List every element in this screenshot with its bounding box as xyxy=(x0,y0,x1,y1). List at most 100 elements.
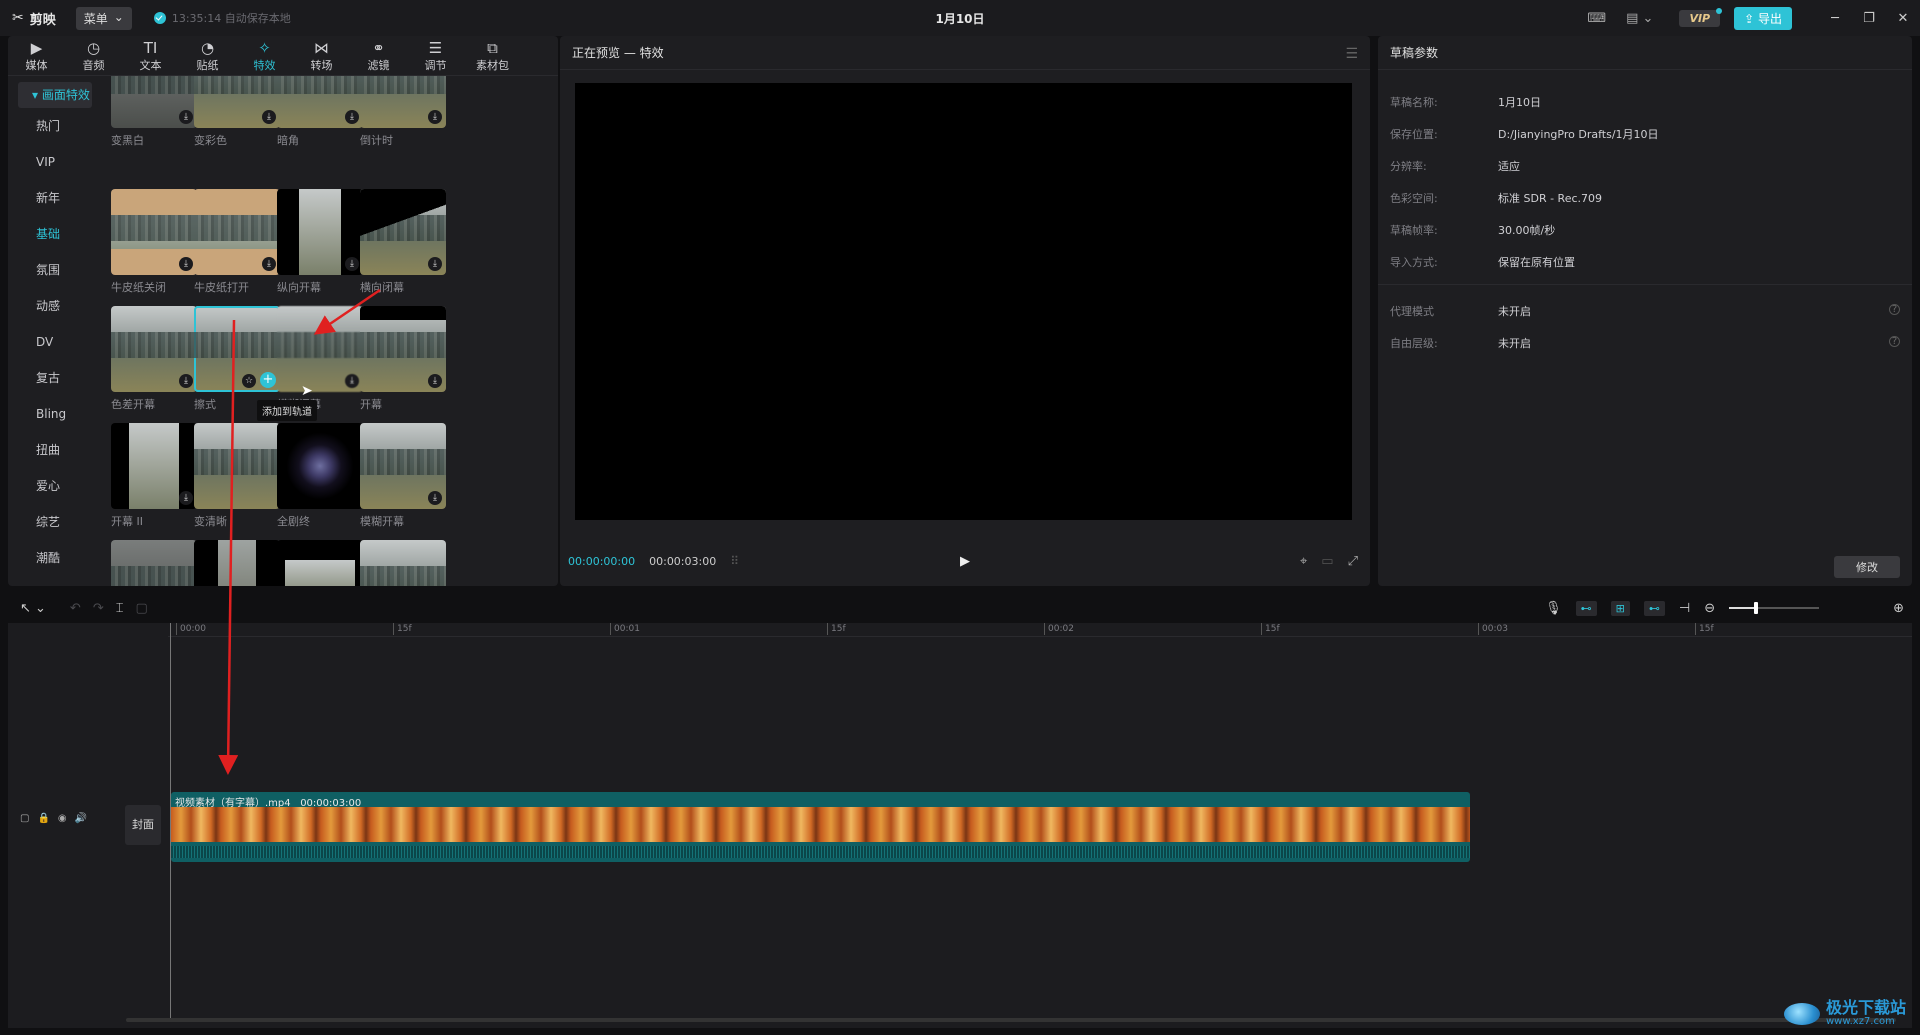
redo-icon[interactable]: ↷ xyxy=(93,601,104,616)
modify-button[interactable]: 修改 xyxy=(1834,556,1900,578)
prop-value: 标准 SDR - Rec.709 xyxy=(1498,192,1603,205)
align-icon[interactable]: ⊣ xyxy=(1679,601,1690,616)
effect-card[interactable]: ⤓ 牛皮纸打开 xyxy=(194,189,280,295)
effect-card[interactable]: ⤓ 纵向开幕 xyxy=(277,189,363,295)
nav-item[interactable]: 复古 xyxy=(8,360,102,396)
tab-audio[interactable]: ◷ 音频 xyxy=(65,36,122,75)
tab-filter[interactable]: ⚭ 滤镜 xyxy=(350,36,407,75)
download-icon[interactable]: ⤓ xyxy=(428,257,442,271)
zoom-out-icon[interactable]: ⊖ xyxy=(1704,601,1715,616)
download-icon[interactable]: ⤓ xyxy=(428,491,442,505)
eye-icon[interactable]: ◉ xyxy=(58,813,67,824)
tab-media[interactable]: ▶ 媒体 xyxy=(8,36,65,75)
delete-icon[interactable]: ▢ xyxy=(136,601,148,616)
effect-card-selected[interactable]: ☆ + 擦式 xyxy=(194,306,280,412)
effect-card[interactable]: 变清晰 xyxy=(194,423,280,529)
effect-card[interactable]: ⤓ 倒计时 xyxy=(360,76,446,148)
tab-effects[interactable]: ✧ 特效 xyxy=(236,36,293,75)
effect-card[interactable]: ⤓ 横向闭幕 xyxy=(360,189,446,295)
effect-card[interactable]: ⤓模糊闭幕 xyxy=(277,306,363,412)
effect-card[interactable]: 全剧终 xyxy=(277,423,363,529)
effect-card[interactable]: ⤓ xyxy=(277,540,363,586)
snap-toggle-icon[interactable]: ⊞ xyxy=(1610,600,1630,616)
favorite-icon[interactable]: ☆ xyxy=(242,374,256,388)
nav-item[interactable]: 动感 xyxy=(8,288,102,324)
download-icon[interactable]: ⤓ xyxy=(428,110,442,124)
volume-icon[interactable]: 🔊 xyxy=(75,813,87,824)
select-tool-icon[interactable]: ↖ ⌄ xyxy=(20,601,46,616)
help-icon[interactable]: ? xyxy=(1889,336,1900,347)
nav-item[interactable]: 氛围 xyxy=(8,252,102,288)
nav-header-screen-effects[interactable]: ▾ 画面特效 xyxy=(18,82,92,108)
effect-card[interactable]: ⤓ 开幕 II xyxy=(111,423,197,529)
tab-package[interactable]: ⧉ 素材包 xyxy=(464,36,521,75)
link-toggle-icon[interactable]: ⊷ xyxy=(1575,600,1597,616)
ratio-icon[interactable]: ▭ xyxy=(1321,554,1333,569)
keyboard-icon[interactable]: ⌨ xyxy=(1587,11,1606,26)
effect-card[interactable]: ⤓ xyxy=(360,540,446,586)
tab-sticker[interactable]: ◔ 贴纸 xyxy=(179,36,236,75)
microphone-icon[interactable]: 🎙 xyxy=(1545,601,1562,616)
prop-value: 1月10日 xyxy=(1498,96,1541,109)
nav-item-active[interactable]: 基础 xyxy=(8,216,102,252)
video-clip[interactable]: 视频素材（有字幕）.mp4 00:00:03:00 xyxy=(171,792,1470,862)
help-icon[interactable]: ? xyxy=(1889,304,1900,315)
preview-axis-icon[interactable]: ⊷ xyxy=(1643,600,1665,616)
undo-icon[interactable]: ↶ xyxy=(70,601,81,616)
download-icon[interactable]: ⤓ xyxy=(179,257,193,271)
download-icon[interactable]: ⤓ xyxy=(345,257,359,271)
prop-key: 代理模式 xyxy=(1390,305,1434,318)
vip-button[interactable]: VIP xyxy=(1679,7,1722,27)
download-icon[interactable]: ⤓ xyxy=(262,110,276,124)
nav-item[interactable]: VIP xyxy=(8,144,102,180)
download-icon[interactable]: ⤓ xyxy=(179,110,193,124)
download-icon[interactable]: ⤓ xyxy=(262,257,276,271)
track-hide-icon[interactable]: ▢ xyxy=(20,813,29,824)
menu-button[interactable]: 菜单 ⌄ xyxy=(75,6,132,30)
download-icon[interactable]: ⤓ xyxy=(345,110,359,124)
nav-item[interactable]: 潮酷 xyxy=(8,540,102,576)
horizontal-scrollbar[interactable] xyxy=(126,1018,1896,1022)
zoom-slider-knob[interactable] xyxy=(1754,602,1759,614)
download-icon[interactable]: ⤓ xyxy=(179,491,193,505)
menu-icon[interactable]: ☰ xyxy=(1345,46,1358,62)
zoom-in-icon[interactable]: ⊕ xyxy=(1893,601,1904,616)
nav-item[interactable]: 热门 xyxy=(8,108,102,144)
nav-item[interactable]: 综艺 xyxy=(8,504,102,540)
effect-card[interactable]: ⤓ xyxy=(111,540,197,586)
download-icon[interactable]: ⤓ xyxy=(179,374,193,388)
nav-item[interactable]: 扭曲 xyxy=(8,432,102,468)
download-icon[interactable]: ⤓ xyxy=(345,374,359,388)
nav-item[interactable]: DV xyxy=(8,324,102,360)
lock-icon[interactable]: 🔒 xyxy=(37,813,49,824)
nav-item[interactable]: 爱心 xyxy=(8,468,102,504)
add-icon[interactable]: + xyxy=(260,372,276,388)
effect-card[interactable]: ⤓ 牛皮纸关闭 xyxy=(111,189,197,295)
cover-button[interactable]: 封面 xyxy=(125,805,161,845)
close-icon[interactable]: ✕ xyxy=(1886,11,1920,26)
layout-icon[interactable]: ▤ ⌄ xyxy=(1626,11,1653,26)
effect-card[interactable]: ⤓ 模糊开幕 xyxy=(360,423,446,529)
effect-card[interactable]: ⤓ 暗角 xyxy=(277,76,363,148)
effect-card[interactable]: ⤓ 变黑白 xyxy=(111,76,197,148)
nav-item[interactable]: 新年 xyxy=(8,180,102,216)
play-button[interactable]: ▶ xyxy=(960,554,970,569)
effect-card[interactable]: ⤓ 色差开幕 xyxy=(111,306,197,412)
download-icon[interactable]: ⤓ xyxy=(428,374,442,388)
minimize-icon[interactable]: ─ xyxy=(1818,11,1852,26)
restore-icon[interactable]: ❐ xyxy=(1852,11,1886,26)
zoom-slider[interactable] xyxy=(1729,602,1820,614)
export-button[interactable]: ⇪ 导出 xyxy=(1734,6,1792,30)
tab-adjust[interactable]: ☰ 调节 xyxy=(407,36,464,75)
tab-text[interactable]: TI 文本 xyxy=(122,36,179,75)
effect-label: 变黑白 xyxy=(111,134,144,147)
effect-card[interactable]: ⤓ xyxy=(194,540,280,586)
split-icon[interactable]: ⌶ xyxy=(116,601,124,616)
effect-card[interactable]: ⤓ 开幕 xyxy=(360,306,446,412)
screenshot-icon[interactable]: ⌖ xyxy=(1300,554,1307,569)
effect-card[interactable]: ⤓ 变彩色 xyxy=(194,76,280,148)
fullscreen-icon[interactable]: ⤢ xyxy=(1348,554,1358,569)
nav-item[interactable]: Bling xyxy=(8,396,102,432)
tab-transition[interactable]: ⋈ 转场 xyxy=(293,36,350,75)
grid-icon[interactable]: ⠿ xyxy=(730,554,739,568)
